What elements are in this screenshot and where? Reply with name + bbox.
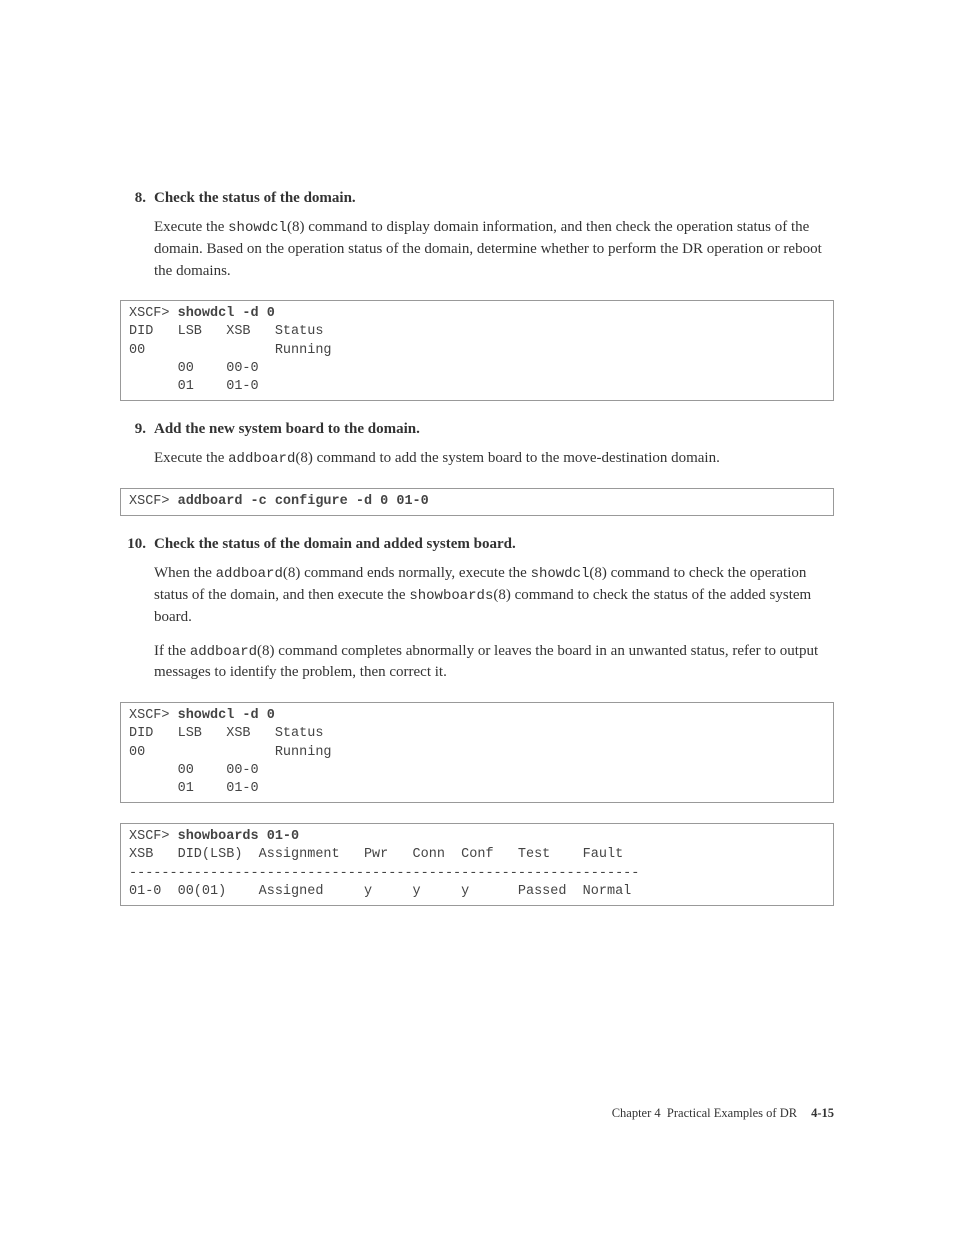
step-header: 10. Check the status of the domain and a… bbox=[120, 536, 834, 553]
code-block-showdcl-1: XSCF> showdcl -d 0 DID LSB XSB Status 00… bbox=[120, 300, 834, 401]
footer-title: Practical Examples of DR bbox=[667, 1106, 797, 1120]
footer-page-number: 4-15 bbox=[811, 1106, 834, 1120]
footer-chapter: Chapter 4 bbox=[612, 1106, 661, 1120]
step-body: Execute the addboard(8) command to add t… bbox=[154, 448, 834, 470]
step-body: When the addboard(8) command ends normal… bbox=[154, 563, 834, 684]
step-8: 8. Check the status of the domain. Execu… bbox=[120, 190, 834, 282]
step-number: 9. bbox=[120, 421, 154, 438]
page-footer: Chapter 4 Practical Examples of DR 4-15 bbox=[120, 1106, 834, 1121]
step-number: 10. bbox=[120, 536, 154, 553]
step-title: Check the status of the domain. bbox=[154, 190, 356, 207]
step-paragraph: Execute the addboard(8) command to add t… bbox=[154, 448, 834, 470]
step-paragraph: When the addboard(8) command ends normal… bbox=[154, 563, 834, 628]
code-block-showdcl-2: XSCF> showdcl -d 0 DID LSB XSB Status 00… bbox=[120, 702, 834, 803]
step-title: Add the new system board to the domain. bbox=[154, 421, 420, 438]
page: 8. Check the status of the domain. Execu… bbox=[0, 0, 954, 1181]
code-block-addboard: XSCF> addboard -c configure -d 0 01-0 bbox=[120, 488, 834, 516]
step-header: 8. Check the status of the domain. bbox=[120, 190, 834, 207]
step-title: Check the status of the domain and added… bbox=[154, 536, 516, 553]
step-10: 10. Check the status of the domain and a… bbox=[120, 536, 834, 684]
step-body: Execute the showdcl(8) command to displa… bbox=[154, 217, 834, 282]
code-block-showboards: XSCF> showboards 01-0 XSB DID(LSB) Assig… bbox=[120, 823, 834, 906]
step-9: 9. Add the new system board to the domai… bbox=[120, 421, 834, 470]
step-header: 9. Add the new system board to the domai… bbox=[120, 421, 834, 438]
step-paragraph: Execute the showdcl(8) command to displa… bbox=[154, 217, 834, 282]
step-paragraph: If the addboard(8) command completes abn… bbox=[154, 641, 834, 685]
step-number: 8. bbox=[120, 190, 154, 207]
